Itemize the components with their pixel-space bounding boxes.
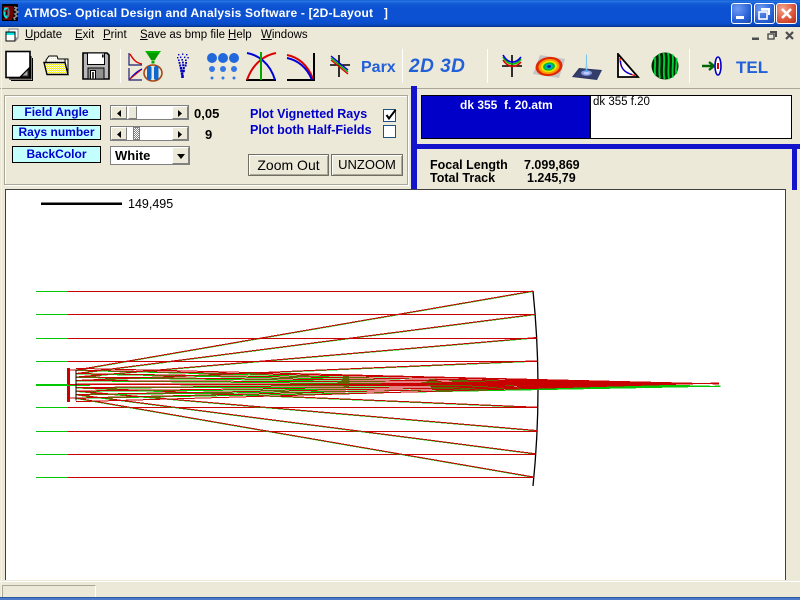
svg-text:149,495: 149,495	[128, 197, 173, 211]
